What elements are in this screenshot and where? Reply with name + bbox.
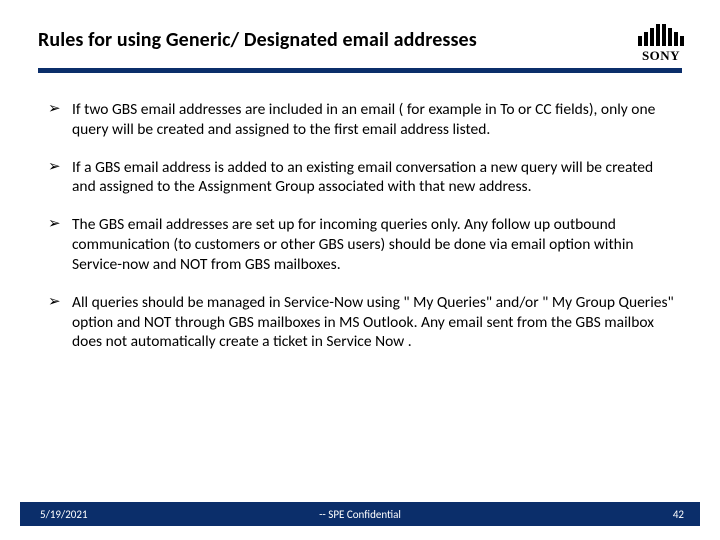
slide: Rules for using Generic/ Designated emai…: [0, 0, 720, 540]
bullet-text: The GBS email addresses are set up for i…: [72, 215, 676, 274]
slide-footer: 5/19/2021 -- SPE Confidential 42: [20, 502, 700, 526]
bullet-text: If a GBS email address is added to an ex…: [72, 158, 676, 198]
slide-title: Rules for using Generic/ Designated emai…: [38, 28, 690, 52]
logo-bars-icon: [638, 24, 684, 46]
footer-page-number: 42: [673, 508, 684, 521]
footer-confidential: -- SPE Confidential: [20, 508, 700, 521]
bullet-text: If two GBS email addresses are included …: [72, 100, 676, 140]
chevron-right-icon: ➢: [48, 100, 72, 140]
footer-date: 5/19/2021: [40, 508, 88, 521]
chevron-right-icon: ➢: [48, 215, 72, 274]
bullet-item: ➢ The GBS email addresses are set up for…: [48, 215, 676, 274]
chevron-right-icon: ➢: [48, 158, 72, 198]
slide-header: Rules for using Generic/ Designated emai…: [38, 28, 690, 52]
bullet-item: ➢ All queries should be managed in Servi…: [48, 293, 676, 352]
sony-logo: SONY: [626, 22, 696, 66]
chevron-right-icon: ➢: [48, 293, 72, 352]
header-divider: [38, 68, 682, 73]
content-body: ➢ If two GBS email addresses are include…: [48, 100, 676, 370]
bullet-item: ➢ If two GBS email addresses are include…: [48, 100, 676, 140]
bullet-text: All queries should be managed in Service…: [72, 293, 676, 352]
logo-text: SONY: [642, 48, 680, 64]
bullet-item: ➢ If a GBS email address is added to an …: [48, 158, 676, 198]
